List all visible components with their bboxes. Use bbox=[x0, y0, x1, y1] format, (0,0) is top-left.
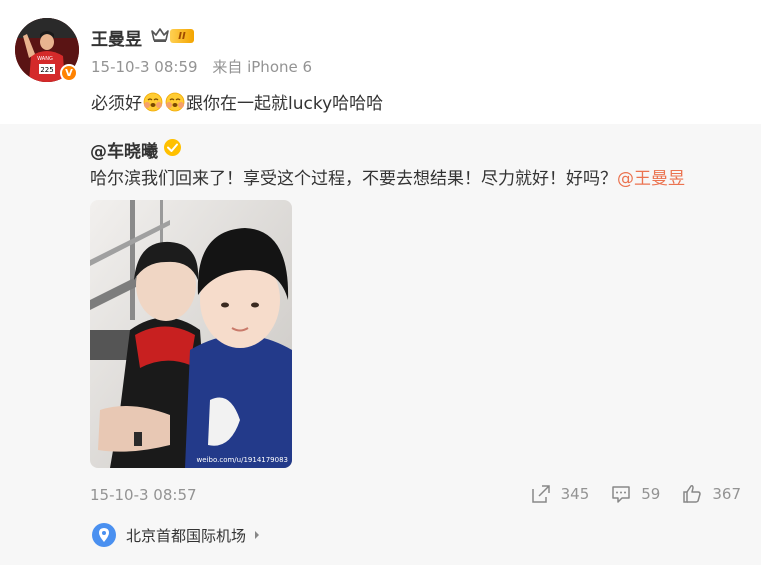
repost-button[interactable]: 345 bbox=[531, 484, 590, 504]
repost-time[interactable]: 15-10-3 08:57 bbox=[90, 486, 197, 504]
repost-body: 哈尔滨我们回来了！享受这个过程，不要去想结果！尽力就好！好吗？ bbox=[90, 169, 617, 189]
repost-card[interactable]: @车晓曦 哈尔滨我们回来了！享受这个过程，不要去想结果！尽力就好！好吗？@王曼昱 bbox=[0, 124, 761, 565]
repost-photo[interactable]: weibo.com/u/1914179083 bbox=[90, 200, 292, 468]
comment-count: 59 bbox=[641, 485, 661, 503]
mention-link[interactable]: @王曼昱 bbox=[617, 169, 685, 189]
comment-icon bbox=[612, 486, 631, 503]
post-source: 来自 iPhone 6 bbox=[212, 58, 313, 76]
svg-text:WANG: WANG bbox=[37, 56, 53, 62]
svg-text:225: 225 bbox=[40, 66, 53, 74]
location-pin-icon bbox=[92, 523, 116, 547]
post-text: 必须好 跟你在一起就lucky哈哈哈 bbox=[91, 89, 383, 114]
author-name[interactable]: 王曼昱 bbox=[91, 25, 142, 50]
post-text-end: 跟你在一起就lucky哈哈哈 bbox=[186, 94, 384, 114]
verified-v-icon: V bbox=[60, 64, 78, 82]
post-meta: 15-10-3 08:59 来自 iPhone 6 bbox=[91, 56, 312, 77]
original-post: 225 WANG V 王曼昱 II 15-10-3 08:59 来自 iPhon… bbox=[0, 0, 761, 124]
face-holding-back-tears-icon bbox=[143, 92, 163, 111]
like-button[interactable]: 367 bbox=[682, 484, 741, 504]
repost-author[interactable]: @车晓曦 bbox=[90, 137, 158, 162]
post-time[interactable]: 15-10-3 08:59 bbox=[91, 58, 198, 76]
thumbs-up-icon bbox=[683, 485, 702, 503]
repost-text: 哈尔滨我们回来了！享受这个过程，不要去想结果！尽力就好！好吗？@王曼昱 bbox=[90, 164, 685, 189]
svg-text:weibo.com/u/1914179083: weibo.com/u/1914179083 bbox=[197, 456, 288, 464]
location-name: 北京首都国际机场 bbox=[126, 526, 247, 545]
repost-count: 345 bbox=[560, 485, 590, 503]
action-bar: 345 59 367 bbox=[509, 482, 741, 506]
level-badge[interactable]: II bbox=[170, 29, 194, 43]
location-link[interactable]: 北京首都国际机场 bbox=[92, 523, 260, 547]
verified-badge-icon bbox=[164, 139, 181, 156]
post-text-start: 必须好 bbox=[91, 94, 142, 114]
crown-icon bbox=[151, 28, 169, 42]
comment-button[interactable]: 59 bbox=[611, 484, 660, 504]
caret-right-icon bbox=[255, 531, 260, 539]
share-icon bbox=[531, 485, 550, 503]
like-count: 367 bbox=[712, 485, 741, 503]
face-holding-back-tears-icon bbox=[165, 92, 185, 111]
